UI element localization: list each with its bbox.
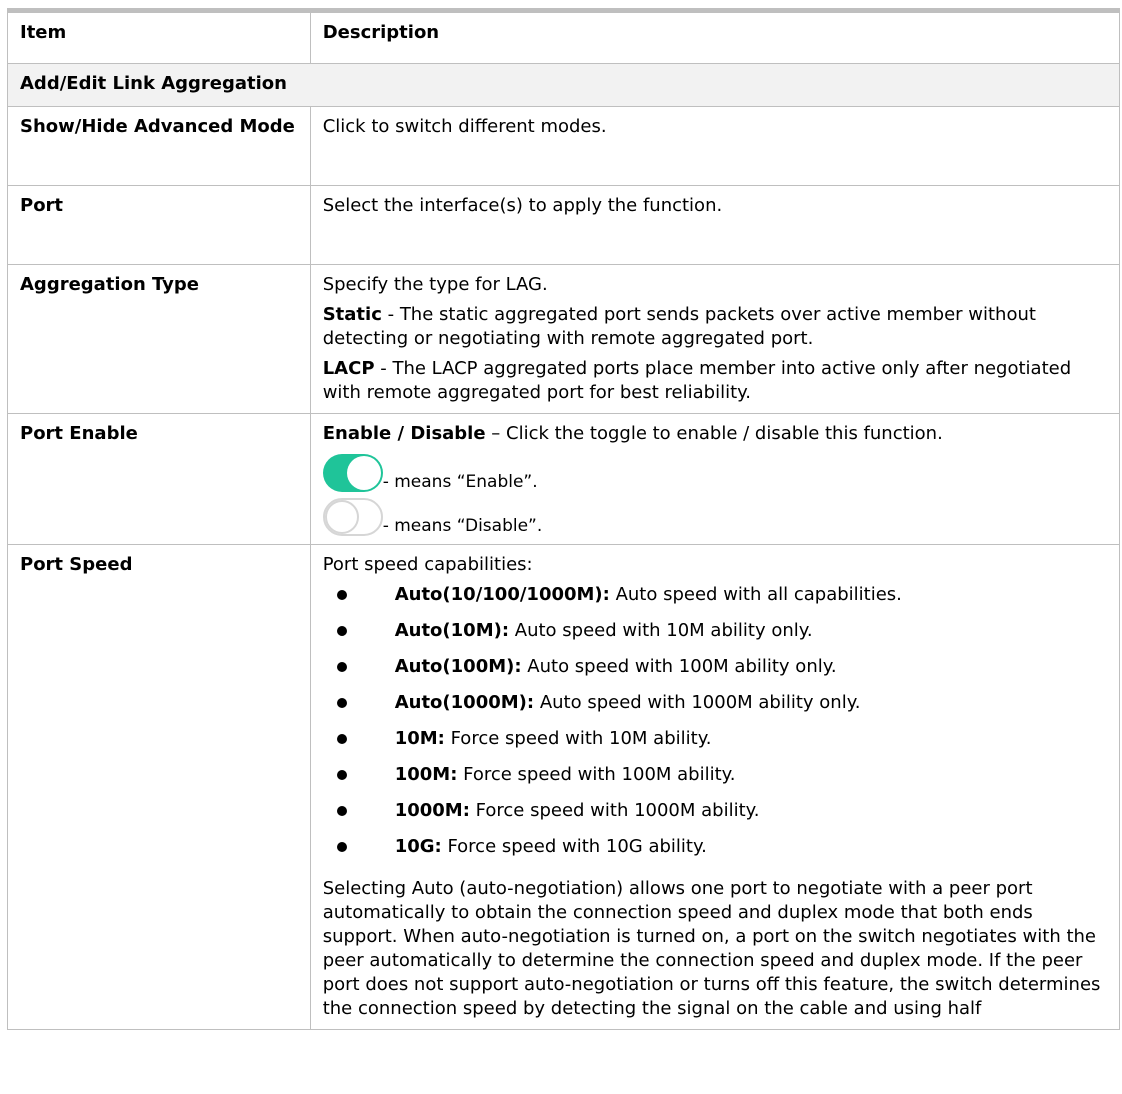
- speed-option-text: Force speed with 100M ability.: [457, 764, 736, 785]
- bullet-icon: [336, 626, 347, 636]
- parameter-table: Item Description Add/Edit Link Aggregati…: [7, 8, 1121, 1030]
- speed-option-text: Auto speed with all capabilities.: [609, 584, 902, 605]
- section-row: Add/Edit Link Aggregation: [7, 63, 1120, 107]
- speed-option-label: Auto(10/100/1000M):: [394, 584, 610, 605]
- speed-options-list: Auto(10/100/1000M): Auto speed with all …: [323, 583, 1109, 871]
- table-row: Port Speed Port speed capabilities: Auto…: [7, 544, 1121, 1030]
- port-speed-note: Selecting Auto (auto-negotiation) allows…: [322, 878, 1101, 1019]
- bullet-icon: [336, 842, 347, 852]
- bullet-icon: [336, 734, 347, 744]
- header-item: Item: [7, 8, 311, 64]
- desc-aggregation-type: Specify the type for LAG. Static - The s…: [309, 264, 1121, 414]
- speed-option-label: 10M:: [394, 728, 445, 749]
- bullet-icon: [336, 806, 347, 816]
- speed-option-text: Auto speed with 10M ability only.: [509, 620, 813, 641]
- toggle-knob: [324, 500, 359, 534]
- list-item: 100M: Force speed with 100M ability.: [323, 763, 1109, 799]
- desc-port: Select the interface(s) to apply the fun…: [309, 185, 1121, 265]
- speed-option-label: Auto(100M):: [394, 656, 522, 677]
- toggle-off-icon: [322, 498, 383, 536]
- speed-option-text: Auto speed with 1000M ability only.: [534, 692, 861, 713]
- speed-option-text: Auto speed with 100M ability only.: [521, 656, 837, 677]
- speed-option-label: 10G:: [394, 836, 442, 857]
- header-description: Description: [309, 8, 1121, 64]
- list-item: Auto(100M): Auto speed with 100M ability…: [323, 655, 1109, 691]
- list-item: Auto(10M): Auto speed with 10M ability o…: [323, 619, 1109, 655]
- static-label: Static: [322, 304, 382, 325]
- disable-caption: - means “Disable”.: [382, 516, 543, 536]
- list-item: 10G: Force speed with 10G ability.: [323, 835, 1109, 871]
- speed-option-label: Auto(1000M):: [394, 692, 535, 713]
- toggle-knob: [346, 456, 381, 490]
- enable-caption: - means “Enable”.: [382, 472, 538, 492]
- port-enable-line: Enable / Disable – Click the toggle to e…: [323, 422, 1109, 446]
- speed-option-label: 100M:: [394, 764, 458, 785]
- aggregation-lacp: LACP - The LACP aggregated ports place m…: [323, 357, 1109, 405]
- table-row: Aggregation Type Specify the type for LA…: [7, 264, 1121, 414]
- bullet-icon: [336, 662, 347, 672]
- table-header-row: Item Description: [7, 8, 1121, 64]
- bullet-icon: [336, 770, 347, 780]
- item-port-enable: Port Enable: [7, 413, 311, 545]
- aggregation-static: Static - The static aggregated port send…: [323, 303, 1109, 351]
- speed-option-label: 1000M:: [394, 800, 470, 821]
- section-title: Add/Edit Link Aggregation: [7, 63, 1120, 107]
- list-item: Auto(1000M): Auto speed with 1000M abili…: [323, 691, 1109, 727]
- item-aggregation-type: Aggregation Type: [7, 264, 311, 414]
- bullet-icon: [336, 590, 347, 600]
- desc-port-enable: Enable / Disable – Click the toggle to e…: [309, 413, 1121, 545]
- bullet-icon: [336, 698, 347, 708]
- speed-option-text: Force speed with 10M ability.: [444, 728, 712, 749]
- list-item: 10M: Force speed with 10M ability.: [323, 727, 1109, 763]
- static-text: - The static aggregated port sends packe…: [322, 304, 1036, 349]
- speed-option-label: Auto(10M):: [394, 620, 510, 641]
- item-port: Port: [7, 185, 311, 265]
- speed-option-text: Force speed with 10G ability.: [441, 836, 707, 857]
- list-item: Auto(10/100/1000M): Auto speed with all …: [323, 583, 1109, 619]
- item-show-hide: Show/Hide Advanced Mode: [7, 106, 311, 186]
- aggregation-intro: Specify the type for LAG.: [322, 274, 548, 295]
- enable-disable-text: – Click the toggle to enable / disable t…: [485, 423, 943, 444]
- port-speed-intro: Port speed capabilities:: [322, 554, 533, 575]
- toggle-on-icon: [322, 454, 383, 492]
- disable-example: - means “Disable”.: [322, 496, 1109, 536]
- item-port-speed: Port Speed: [7, 544, 311, 1030]
- table-row: Show/Hide Advanced Mode Click to switch …: [7, 106, 1121, 186]
- lacp-text: - The LACP aggregated ports place member…: [322, 358, 1072, 403]
- enable-example: - means “Enable”.: [322, 452, 1109, 492]
- lacp-label: LACP: [322, 358, 375, 379]
- desc-port-speed: Port speed capabilities: Auto(10/100/100…: [309, 544, 1121, 1030]
- table-row: Port Enable Enable / Disable – Click the…: [7, 413, 1121, 545]
- speed-option-text: Force speed with 1000M ability.: [469, 800, 760, 821]
- list-item: 1000M: Force speed with 1000M ability.: [323, 799, 1109, 835]
- table-row: Port Select the interface(s) to apply th…: [7, 185, 1121, 265]
- desc-show-hide: Click to switch different modes.: [309, 106, 1121, 186]
- enable-disable-label: Enable / Disable: [322, 423, 486, 444]
